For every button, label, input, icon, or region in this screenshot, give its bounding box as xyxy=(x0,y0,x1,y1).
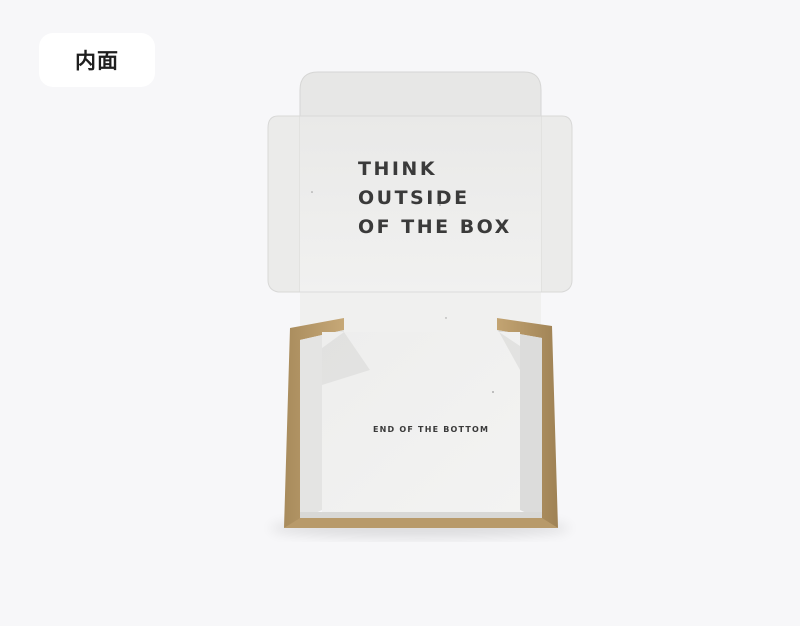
floor-print: END OF THE BOTTOM xyxy=(373,425,490,434)
lid-print: THINK OUTSIDE OF THE BOX xyxy=(358,155,512,242)
lid-line-2: OUTSIDE xyxy=(358,187,470,209)
lid-top-flap xyxy=(299,71,542,117)
lid-line-3: OF THE BOX xyxy=(358,216,512,238)
open-box-photo xyxy=(267,71,573,538)
product-view: 内面 THINK OUTSIDE OF THE BOX END OF THE B… xyxy=(0,0,800,626)
box-front-edge xyxy=(284,518,558,528)
lid-right-flap xyxy=(540,115,573,293)
lid-line-1: THINK xyxy=(358,158,438,180)
lid-left-flap xyxy=(267,115,301,293)
